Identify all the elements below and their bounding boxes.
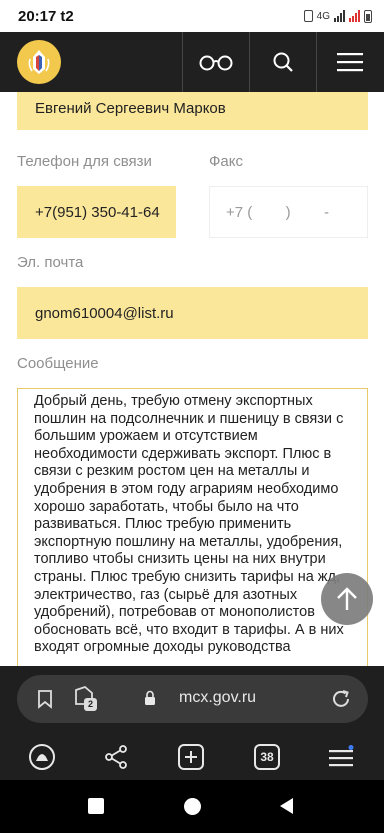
hamburger-menu-icon [337, 53, 363, 72]
site-header [0, 32, 384, 92]
alice-assistant-icon [29, 744, 55, 770]
accessibility-glasses-button[interactable] [182, 32, 249, 92]
vibrate-icon [303, 10, 313, 22]
status-time: 20:17 [18, 7, 57, 25]
scroll-to-top-button[interactable] [321, 573, 373, 625]
menu-button[interactable] [316, 32, 383, 92]
phone-label: Телефон для связи [17, 153, 152, 170]
status-icons: 4G [303, 9, 372, 23]
hamburger-menu-icon [329, 745, 354, 767]
tab-count-badge: 2 [84, 698, 97, 711]
tabs-count: 38 [254, 744, 280, 770]
feedback-form: Евгений Сергеевич Марков Телефон для свя… [0, 92, 384, 666]
bookmark-icon[interactable] [37, 689, 53, 714]
glasses-icon [199, 55, 233, 71]
back-button[interactable] [276, 795, 298, 817]
new-tab-button[interactable] [176, 742, 206, 772]
name-input[interactable]: Евгений Сергеевич Марков [17, 92, 368, 130]
signal-icon [334, 10, 345, 22]
signal-icon-secondary [349, 10, 360, 22]
email-input[interactable]: gnom610004@list.ru [17, 287, 368, 339]
logo-link[interactable] [0, 32, 182, 92]
browser-address-area: 2 mcx.gov.ru [0, 666, 384, 732]
battery-icon [364, 9, 372, 23]
square-icon [88, 798, 104, 814]
search-icon [273, 52, 293, 72]
email-label: Эл. почта [17, 254, 84, 271]
recents-button[interactable] [85, 795, 107, 817]
home-button[interactable] [181, 795, 203, 817]
reload-icon[interactable] [330, 688, 352, 715]
tabs-button[interactable]: 38 [252, 742, 282, 772]
lock-icon [144, 690, 156, 711]
message-textarea[interactable]: Добрый день, требую отмену экспортных по… [17, 388, 368, 666]
fax-input[interactable]: +7 ( ) - [209, 186, 368, 238]
fax-label: Факс [209, 153, 243, 170]
emblem-logo-icon [17, 40, 61, 84]
url-text[interactable]: mcx.gov.ru [179, 689, 256, 707]
share-button[interactable] [101, 742, 131, 772]
alice-assistant-button[interactable] [27, 742, 57, 772]
circle-icon [183, 797, 201, 815]
address-bar[interactable]: 2 mcx.gov.ru [17, 675, 368, 723]
arrow-up-icon [337, 587, 357, 610]
system-navigation-bar [0, 780, 384, 833]
network-type: 4G [316, 10, 330, 22]
plus-icon [178, 744, 204, 770]
share-icon [105, 745, 127, 769]
search-button[interactable] [249, 32, 316, 92]
message-label: Сообщение [17, 355, 99, 372]
browser-toolbar: 38 [0, 732, 384, 780]
back-triangle-icon [280, 798, 293, 814]
tabs-group-icon[interactable]: 2 [73, 685, 99, 713]
status-bar: 20:17 t2 4G [0, 0, 384, 32]
carrier-icon: t2 [60, 7, 74, 25]
browser-menu-button[interactable] [326, 742, 356, 772]
phone-input[interactable]: +7(951) 350-41-64 [17, 186, 176, 238]
